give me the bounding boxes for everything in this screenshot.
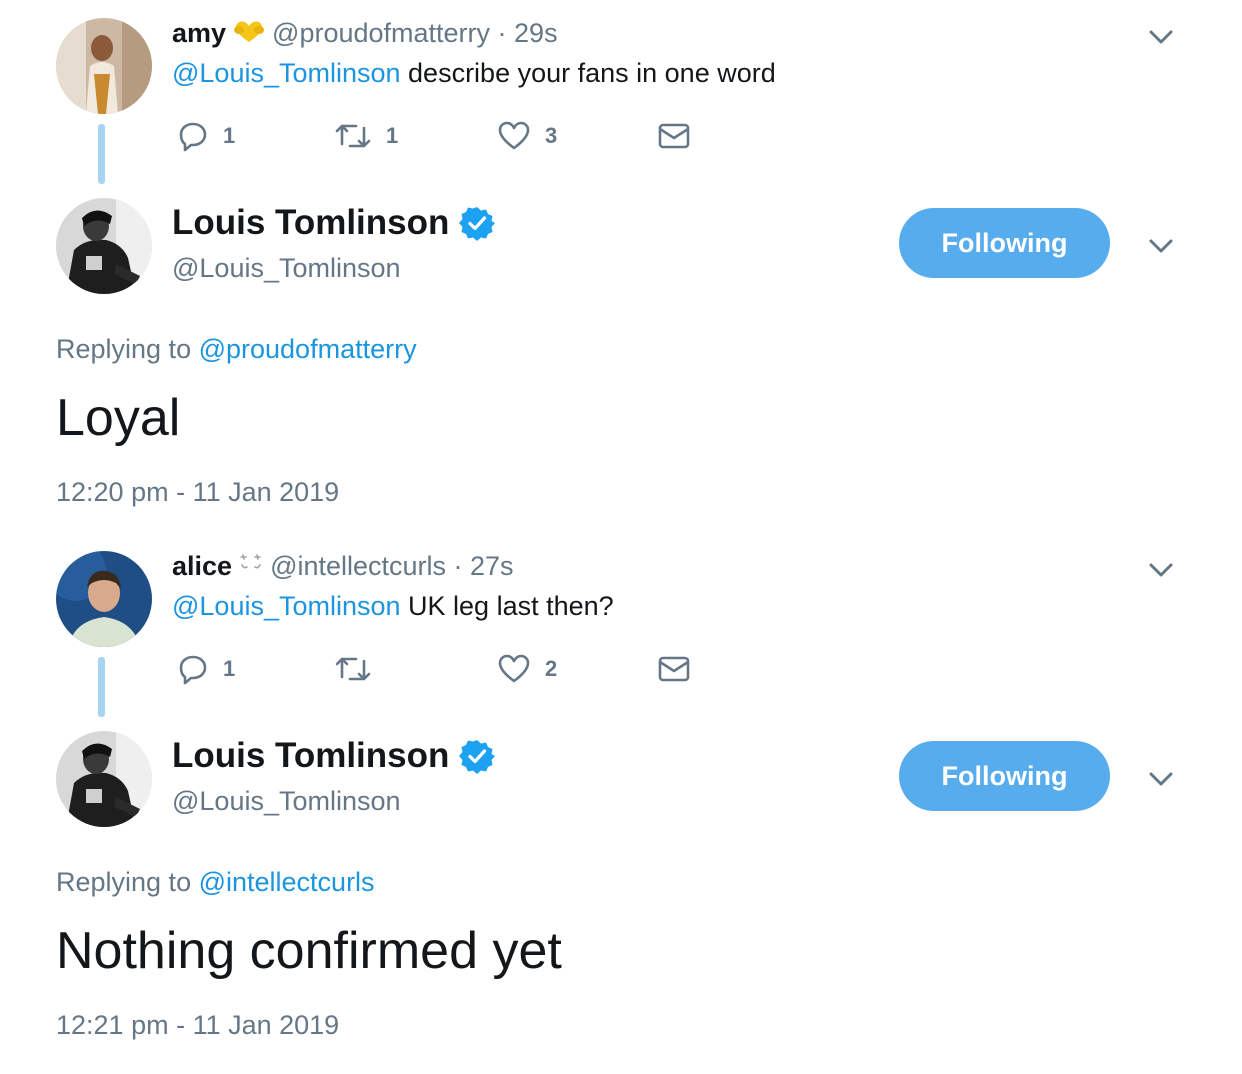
replying-to-handle[interactable]: @proudofmatterry [199,334,417,364]
sparkle-emoji-icon [238,552,264,584]
thread-connector-line [98,124,105,184]
verified-badge-icon [459,740,496,774]
retweet-icon [335,124,371,148]
retweet-icon [335,657,371,681]
main-author-handle[interactable]: @Louis_Tomlinson [172,785,401,817]
reply-action[interactable]: 1 [177,652,235,686]
main-author-name[interactable]: Louis Tomlinson [172,736,449,776]
like-count: 3 [545,123,558,148]
tweet-actions: 1 2 [172,652,732,686]
replying-to-label: Replying to [56,867,199,897]
main-tweet-text: Nothing confirmed yet [56,922,562,980]
mention-link[interactable]: @Louis_Tomlinson [172,58,401,88]
replying-to-handle[interactable]: @intellectcurls [199,867,375,897]
like-count: 2 [545,656,558,681]
direct-message-action[interactable] [657,652,691,686]
reply-action[interactable]: 1 [177,119,235,153]
main-author-handle[interactable]: @Louis_Tomlinson [172,252,401,284]
reply-handle-time: @proudofmatterry · 29s [272,18,558,48]
chevron-down-icon[interactable] [1147,27,1175,47]
envelope-icon [658,123,690,149]
retweet-count: 1 [386,123,399,148]
reply-author-name[interactable]: amy [172,18,226,48]
heart-icon [498,121,530,150]
retweet-action[interactable] [334,652,386,686]
verified-badge-icon [459,207,496,241]
replying-to-line: Replying to @intellectcurls [56,866,375,898]
heart-icon [498,654,530,683]
like-action[interactable]: 3 [497,119,557,153]
direct-message-action[interactable] [657,119,691,153]
chevron-down-icon[interactable] [1147,769,1175,789]
main-author-name-row: Louis Tomlinson [172,736,496,776]
reply-author-name[interactable]: alice [172,551,232,581]
reply-handle-time: @intellectcurls · 27s [270,551,514,581]
reply-count: 1 [223,656,236,681]
envelope-icon [658,656,690,682]
main-author-name-row: Louis Tomlinson [172,203,496,243]
tweet-actions: 1 1 3 [172,119,732,153]
thread-connector-line [98,657,105,717]
reply-text: describe your fans in one word [400,58,776,88]
main-author-name[interactable]: Louis Tomlinson [172,203,449,243]
reply-header: alice @intellectcurls · 27s [172,550,514,584]
following-button[interactable]: Following [899,741,1110,811]
mention-link[interactable]: @Louis_Tomlinson [172,591,401,621]
tweet-timestamp[interactable]: 12:20 pm - 11 Jan 2019 [56,476,339,508]
yellow-heart-hands-emoji-icon [232,19,266,51]
avatar-alice[interactable] [56,551,152,647]
reply-icon [179,122,207,152]
retweet-action[interactable]: 1 [334,119,398,153]
chevron-down-icon[interactable] [1147,236,1175,256]
reply-text: UK leg last then? [400,591,614,621]
main-tweet-text: Loyal [56,389,181,447]
replying-to-label: Replying to [56,334,199,364]
reply-header: amy @proudofmatterry · 29s [172,17,558,51]
following-button[interactable]: Following [899,208,1110,278]
avatar-louis[interactable] [56,198,152,294]
replying-to-line: Replying to @proudofmatterry [56,333,417,365]
avatar-amy[interactable] [56,18,152,114]
reply-body: @Louis_Tomlinson UK leg last then? [172,590,614,622]
chevron-down-icon[interactable] [1147,560,1175,580]
like-action[interactable]: 2 [497,652,557,686]
tweet-timestamp[interactable]: 12:21 pm - 11 Jan 2019 [56,1009,339,1041]
avatar-louis[interactable] [56,731,152,827]
reply-body: @Louis_Tomlinson describe your fans in o… [172,57,776,89]
reply-icon [179,655,207,685]
reply-count: 1 [223,123,236,148]
